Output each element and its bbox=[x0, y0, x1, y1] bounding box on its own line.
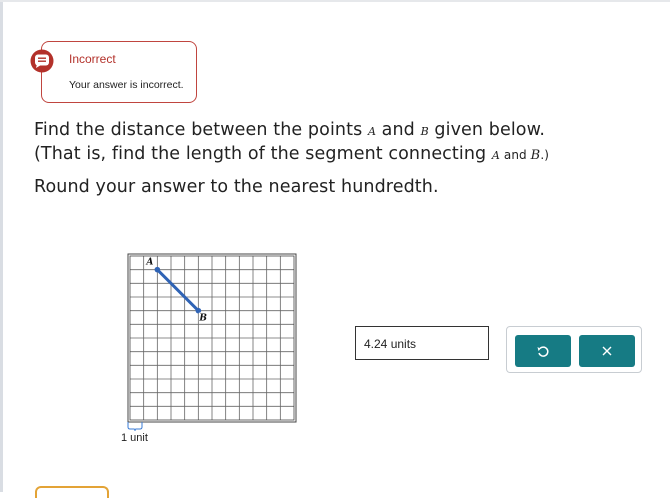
question-line-1: Find the distance between the points A a… bbox=[34, 120, 546, 140]
point-b-label: B bbox=[198, 314, 207, 324]
segment-ab bbox=[156, 268, 200, 312]
close-icon bbox=[602, 346, 612, 356]
point-b-var: B bbox=[420, 125, 429, 138]
undo-icon bbox=[537, 346, 549, 357]
frame-border-top bbox=[0, 0, 670, 2]
grid-lines bbox=[130, 256, 294, 420]
frame-border-left bbox=[0, 0, 3, 492]
speech-bubble-alert-icon bbox=[30, 49, 54, 73]
feedback-title: Incorrect bbox=[69, 52, 116, 66]
check-button[interactable] bbox=[35, 486, 109, 498]
feedback-box bbox=[41, 41, 197, 103]
answer-input[interactable]: 4.24 units bbox=[355, 326, 489, 360]
undo-button[interactable] bbox=[515, 335, 571, 367]
unit-label: 1 unit bbox=[121, 432, 148, 444]
point-b bbox=[195, 307, 202, 314]
feedback-message: Your answer is incorrect. bbox=[69, 79, 184, 91]
question-line-2: (That is, find the length of the segment… bbox=[34, 144, 550, 164]
unit-bracket bbox=[127, 422, 143, 432]
question-instruction: Round your answer to the nearest hundred… bbox=[34, 177, 439, 197]
point-a bbox=[154, 266, 161, 273]
point-a-var: A bbox=[367, 125, 376, 138]
answer-button-panel bbox=[506, 326, 642, 373]
clear-button[interactable] bbox=[579, 335, 635, 367]
coordinate-grid: A B 1 unit bbox=[121, 253, 297, 444]
point-a-label: A bbox=[145, 258, 153, 268]
